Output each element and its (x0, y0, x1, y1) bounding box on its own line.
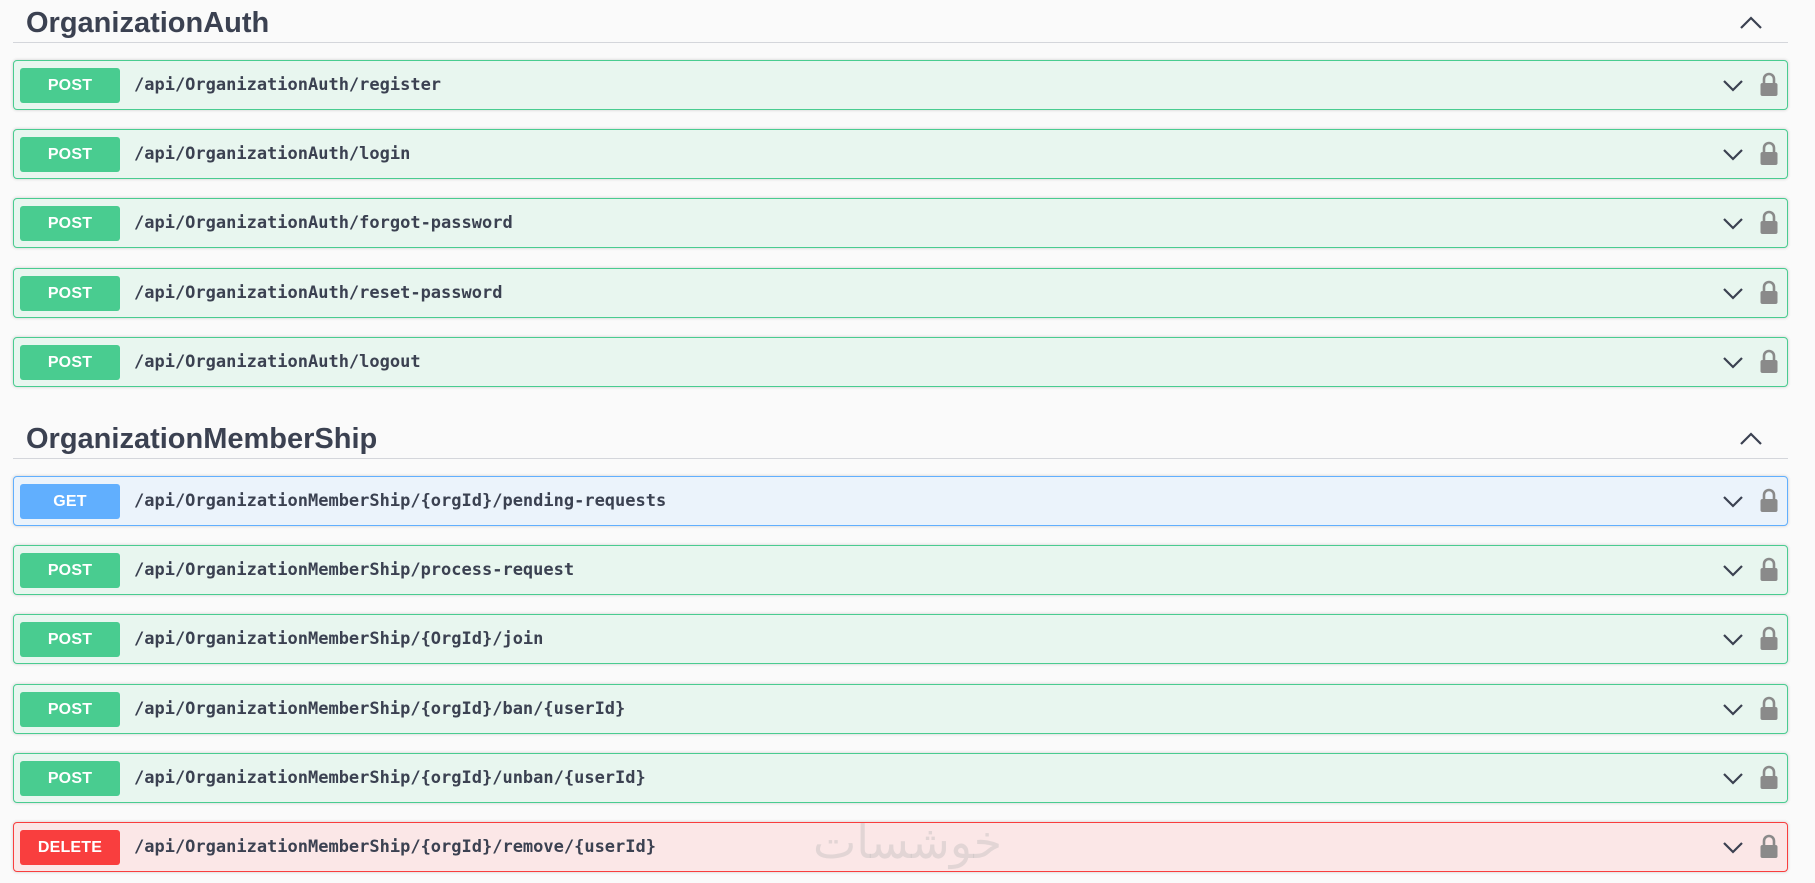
lock-icon[interactable] (1759, 557, 1779, 582)
section-title: OrganizationAuth (26, 7, 270, 39)
operation-post-row[interactable]: POST/api/OrganizationMemberShip/{orgId}/… (13, 753, 1788, 803)
section-organizationauth: OrganizationAuth (13, 2, 1788, 43)
method-badge: POST (20, 345, 120, 380)
endpoint-path: /api/OrganizationMemberShip/process-requ… (134, 560, 575, 580)
method-badge: POST (20, 137, 120, 172)
lock-icon[interactable] (1759, 488, 1779, 513)
chevron-down-icon[interactable] (1721, 214, 1745, 232)
chevron-down-icon[interactable] (1721, 76, 1745, 94)
method-badge: GET (20, 484, 120, 519)
endpoint-path: /api/OrganizationMemberShip/{orgId}/ban/… (134, 699, 626, 719)
method-badge: POST (20, 761, 120, 796)
method-badge: POST (20, 692, 120, 727)
endpoint-path: /api/OrganizationMemberShip/{orgId}/remo… (134, 837, 656, 857)
method-badge: POST (20, 553, 120, 588)
endpoint-path: /api/OrganizationAuth/logout (134, 352, 421, 372)
method-badge: POST (20, 68, 120, 103)
lock-icon[interactable] (1759, 834, 1779, 859)
lock-icon[interactable] (1759, 280, 1779, 305)
lock-icon[interactable] (1759, 765, 1779, 790)
chevron-down-icon[interactable] (1721, 492, 1745, 510)
method-badge: POST (20, 622, 120, 657)
chevron-down-icon[interactable] (1721, 561, 1745, 579)
operation-post-row[interactable]: POST/api/OrganizationAuth/logout (13, 337, 1788, 387)
operation-post-row[interactable]: POST/api/OrganizationMemberShip/{orgId}/… (13, 684, 1788, 734)
operation-get-row[interactable]: GET/api/OrganizationMemberShip/{orgId}/p… (13, 476, 1788, 526)
endpoint-path: /api/OrganizationAuth/register (134, 75, 442, 95)
section-header-organizationauth[interactable]: OrganizationAuth (13, 2, 1788, 43)
chevron-down-icon[interactable] (1721, 284, 1745, 302)
operation-post-row[interactable]: POST/api/OrganizationAuth/forgot-passwor… (13, 198, 1788, 248)
endpoint-path: /api/OrganizationMemberShip/{OrgId}/join (134, 629, 544, 649)
chevron-up-icon[interactable] (1738, 428, 1764, 450)
endpoint-path: /api/OrganizationMemberShip/{orgId}/pend… (134, 491, 667, 511)
endpoint-path: /api/OrganizationMemberShip/{orgId}/unba… (134, 768, 646, 788)
operation-post-row[interactable]: POST/api/OrganizationAuth/login (13, 129, 1788, 179)
endpoint-path: /api/OrganizationAuth/login (134, 144, 411, 164)
lock-icon[interactable] (1759, 626, 1779, 651)
chevron-down-icon[interactable] (1721, 838, 1745, 856)
method-badge: POST (20, 276, 120, 311)
operation-post-row[interactable]: POST/api/OrganizationMemberShip/{OrgId}/… (13, 614, 1788, 664)
method-badge: DELETE (20, 830, 120, 865)
endpoint-path: /api/OrganizationAuth/reset-password (134, 283, 503, 303)
lock-icon[interactable] (1759, 72, 1779, 97)
lock-icon[interactable] (1759, 141, 1779, 166)
chevron-down-icon[interactable] (1721, 700, 1745, 718)
lock-icon[interactable] (1759, 349, 1779, 374)
operation-post-row[interactable]: POST/api/OrganizationMemberShip/process-… (13, 545, 1788, 595)
chevron-down-icon[interactable] (1721, 145, 1745, 163)
section-title: OrganizationMemberShip (26, 423, 378, 455)
method-badge: POST (20, 206, 120, 241)
chevron-down-icon[interactable] (1721, 630, 1745, 648)
chevron-down-icon[interactable] (1721, 353, 1745, 371)
endpoint-path: /api/OrganizationAuth/forgot-password (134, 213, 513, 233)
lock-icon[interactable] (1759, 210, 1779, 235)
chevron-up-icon[interactable] (1738, 12, 1764, 34)
section-header-organizationmembership[interactable]: OrganizationMemberShip (13, 418, 1788, 459)
operation-delete-row[interactable]: DELETE/api/OrganizationMemberShip/{orgId… (13, 822, 1788, 872)
chevron-down-icon[interactable] (1721, 769, 1745, 787)
lock-icon[interactable] (1759, 696, 1779, 721)
section-organizationmembership: OrganizationMemberShip (13, 418, 1788, 459)
operation-post-row[interactable]: POST/api/OrganizationAuth/register (13, 60, 1788, 110)
operation-post-row[interactable]: POST/api/OrganizationAuth/reset-password (13, 268, 1788, 318)
